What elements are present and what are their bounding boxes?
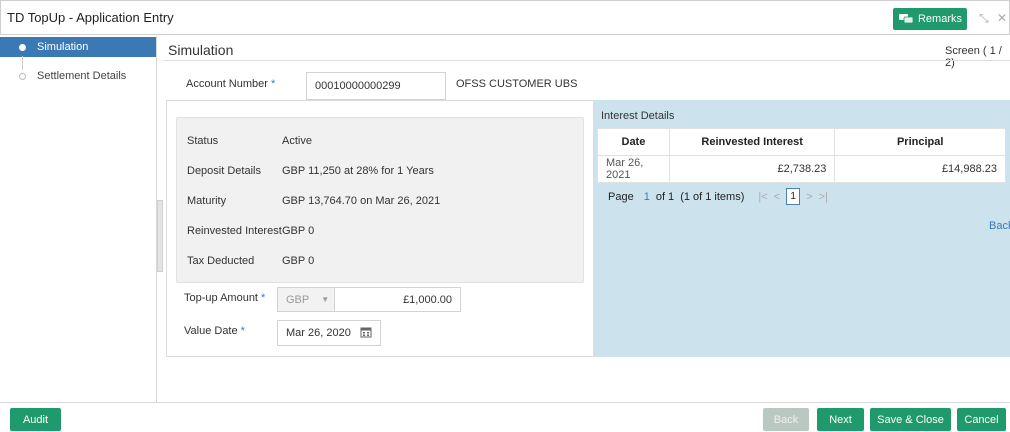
table-header-row: Date Reinvested Interest Principal	[597, 128, 1006, 156]
calendar-icon[interactable]	[360, 326, 372, 341]
window-title: TD TopUp - Application Entry	[7, 10, 174, 25]
remarks-label: Remarks	[917, 13, 962, 25]
sidebar-item-label: Settlement Details	[37, 70, 127, 82]
chevron-down-icon: ▼	[321, 295, 330, 304]
status-value: Active	[282, 135, 312, 147]
interest-details-table: Date Reinvested Interest Principal Mar 2…	[597, 128, 1006, 183]
table-row[interactable]: Mar 26, 2021 £2,738.23 £14,988.23	[597, 155, 1006, 183]
table-cell-reinvested-interest: £2,738.23	[668, 155, 836, 183]
title-bar: TD TopUp - Application Entry Remarks ⤡ ✕	[0, 0, 1010, 35]
screen-indicator: Screen ( 1 / 2)	[945, 45, 1002, 69]
table-cell-principal: £14,988.23	[834, 155, 1006, 183]
value-date-input[interactable]: Mar 26, 2020	[277, 320, 381, 346]
next-page-icon[interactable]: >	[806, 191, 812, 203]
sidebar-item-simulation[interactable]: Simulation	[0, 37, 156, 57]
cancel-button[interactable]: Cancel	[957, 408, 1006, 431]
last-page-icon[interactable]: >|	[819, 191, 828, 203]
topup-amount-input[interactable]: £1,000.00	[334, 287, 461, 312]
restore-icon[interactable]: ⤡	[979, 11, 989, 26]
deposit-summary: Status Active Deposit Details GBP 11,250…	[176, 117, 584, 283]
page-label: Page	[608, 190, 634, 203]
page-of-text: of 1	[655, 190, 675, 203]
sidebar-item-label: Simulation	[37, 41, 89, 53]
sidebar-splitter-handle[interactable]	[157, 200, 163, 272]
close-icon[interactable]: ✕	[997, 11, 1007, 25]
page-items-text: (1 of 1 items)	[680, 190, 745, 203]
tax-deducted-label: Tax Deducted	[187, 255, 255, 267]
save-close-button[interactable]: Save & Close	[870, 408, 951, 431]
interest-details-title: Interest Details	[601, 110, 675, 122]
account-number-label: Account Number *	[186, 78, 276, 90]
account-number-value: 00010000000299	[315, 80, 401, 92]
back-link[interactable]: Back	[989, 220, 1010, 232]
pagination: Page 1 of 1 (1 of 1 items) |< < 1 > >|	[608, 188, 828, 205]
audit-button[interactable]: Audit	[10, 408, 61, 431]
next-button[interactable]: Next	[817, 408, 864, 431]
step-indicator-icon	[19, 43, 26, 51]
page-title: Simulation	[168, 42, 234, 58]
first-page-icon[interactable]: |<	[758, 191, 767, 203]
table-cell-date: Mar 26, 2021	[597, 155, 670, 183]
status-label: Status	[187, 135, 219, 147]
column-header-reinvested-interest[interactable]: Reinvested Interest	[668, 128, 836, 156]
page-number[interactable]: 1	[644, 191, 650, 203]
reinvested-interest-value: GBP 0	[282, 225, 315, 237]
remarks-icon	[898, 14, 914, 24]
sidebar-item-settlement-details[interactable]: Settlement Details	[0, 66, 156, 86]
column-header-principal[interactable]: Principal	[834, 128, 1006, 156]
reinvested-interest-label: Reinvested Interest	[187, 225, 282, 237]
deposit-details-label: Deposit Details	[187, 165, 261, 177]
topup-amount-label: Top-up Amount *	[184, 292, 266, 304]
account-number-field[interactable]: 00010000000299	[306, 72, 446, 100]
sidebar: Simulation Settlement Details	[0, 36, 157, 402]
divider	[163, 60, 1010, 61]
interest-details-panel: Interest Details Date Reinvested Interes…	[593, 100, 1010, 357]
deposit-details-value: GBP 11,250 at 28% for 1 Years	[282, 165, 434, 177]
remarks-button[interactable]: Remarks	[893, 8, 967, 30]
footer-bar: Audit Back Next Save & Close Cancel	[0, 402, 1010, 432]
topup-amount-value: £1,000.00	[403, 293, 452, 306]
customer-name: OFSS CUSTOMER UBS	[456, 78, 578, 90]
tax-deducted-value: GBP 0	[282, 255, 315, 267]
current-page-button[interactable]: 1	[786, 188, 801, 205]
currency-select[interactable]: GBP ▼	[277, 287, 335, 312]
currency-value: GBP	[286, 293, 310, 306]
value-date-value: Mar 26, 2020	[286, 327, 351, 339]
value-date-label: Value Date *	[184, 325, 245, 337]
column-header-date[interactable]: Date	[597, 128, 670, 156]
maturity-value: GBP 13,764.70 on Mar 26, 2021	[282, 195, 441, 207]
maturity-label: Maturity	[187, 195, 227, 207]
previous-page-icon[interactable]: <	[774, 191, 780, 203]
step-indicator-icon	[19, 72, 26, 80]
back-button[interactable]: Back	[763, 408, 809, 431]
